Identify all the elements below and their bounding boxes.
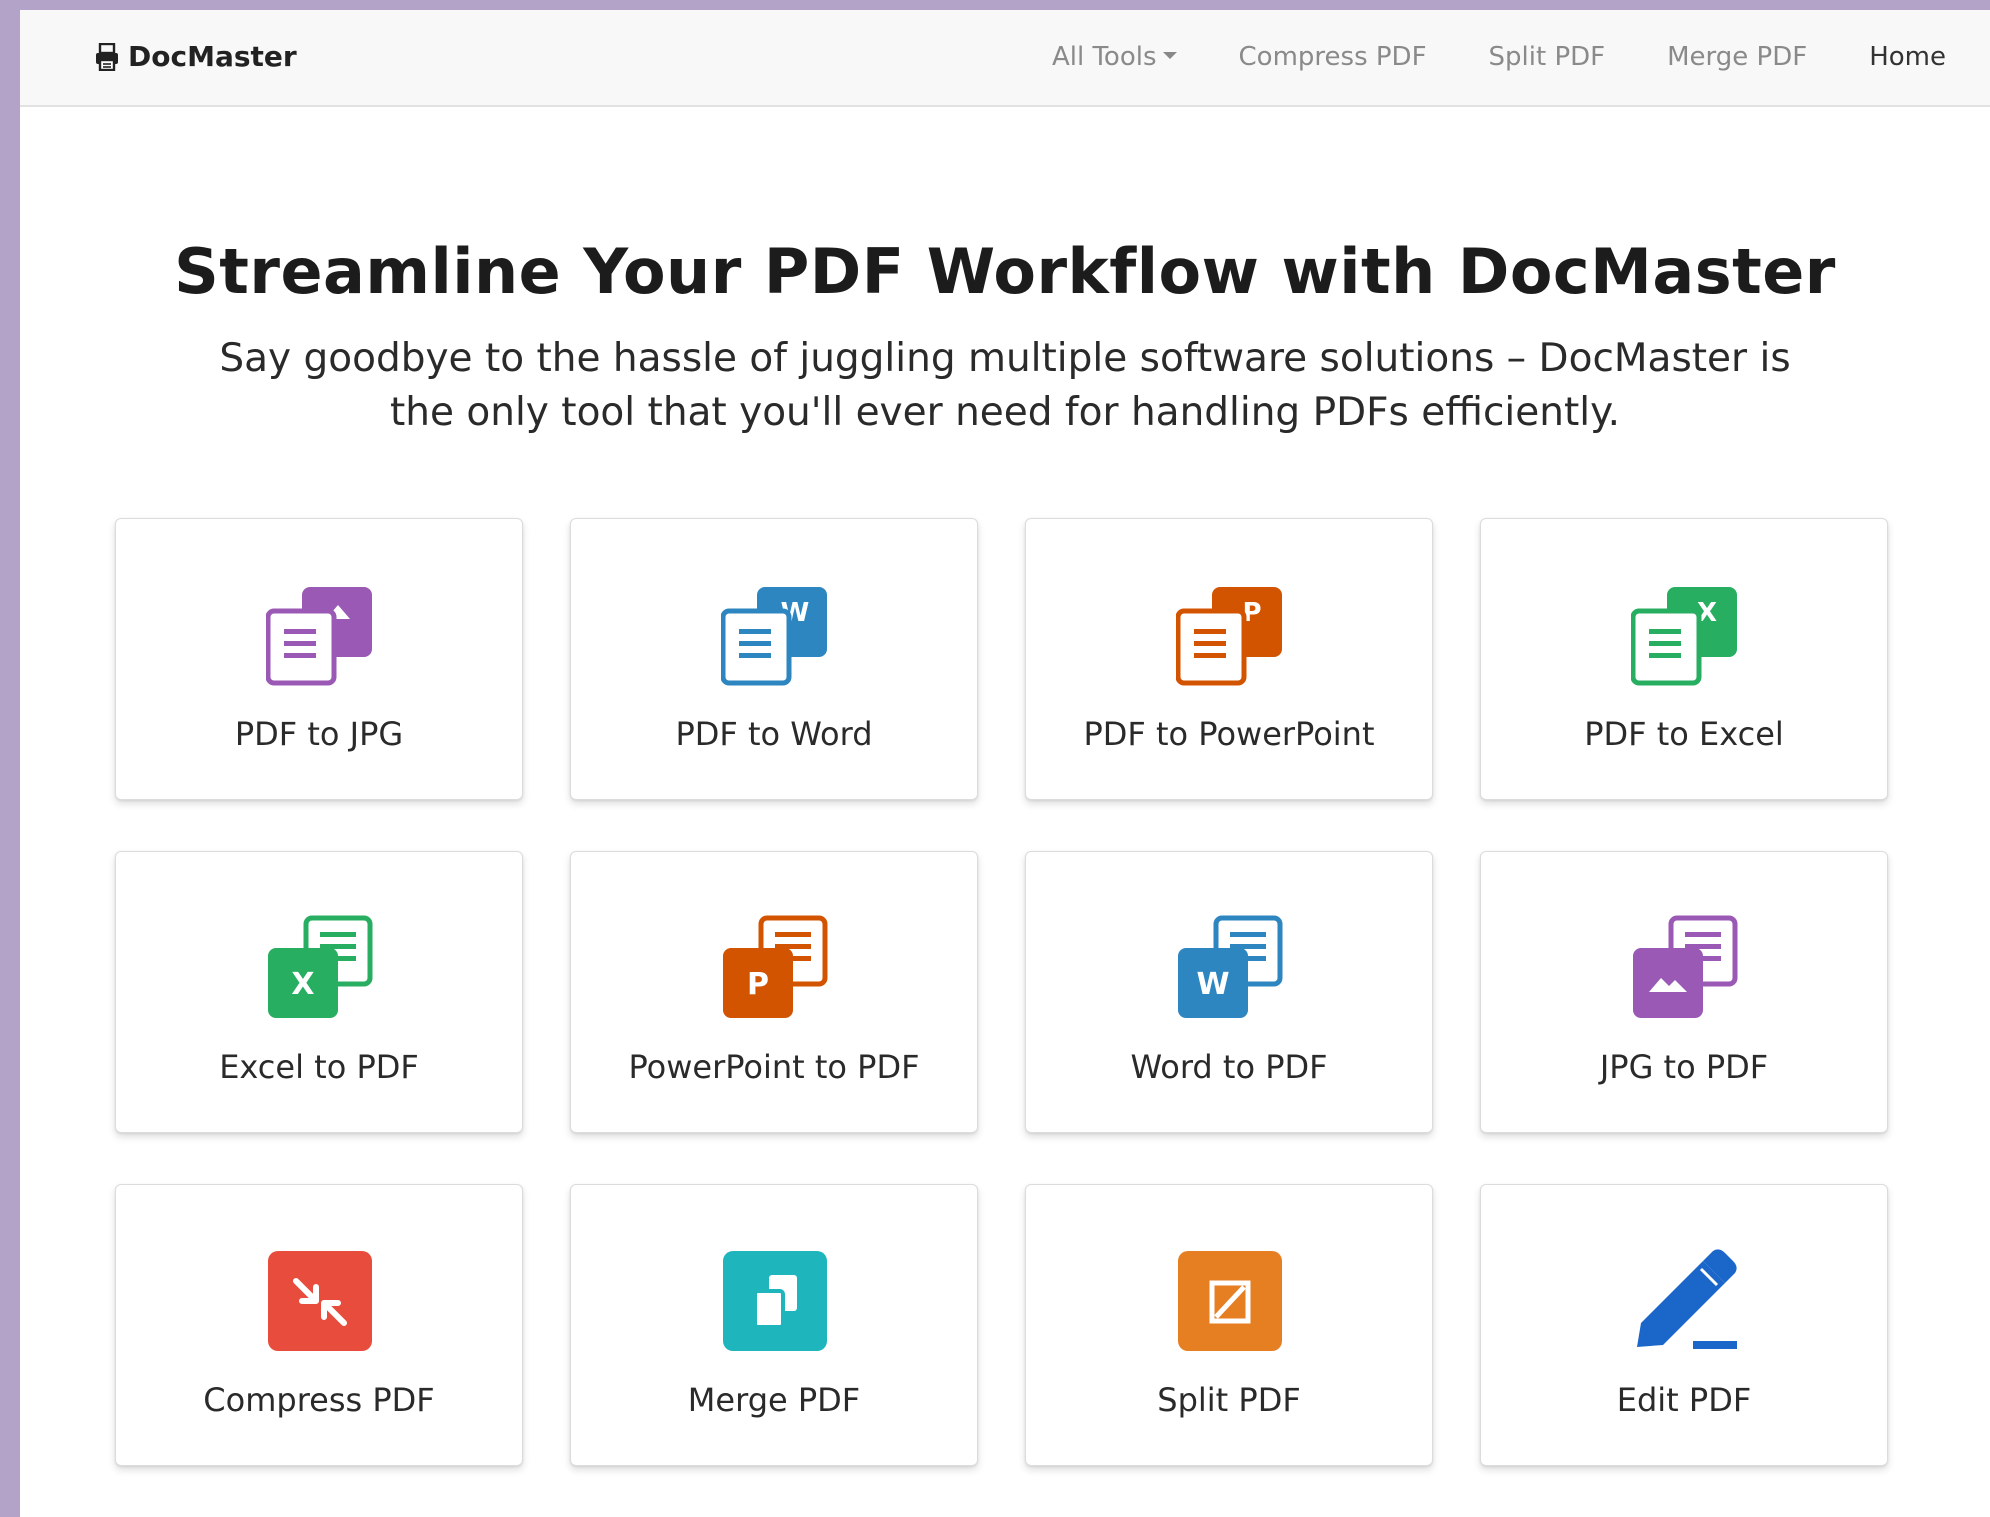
page-subtitle: Say goodbye to the hassle of juggling mu… (219, 336, 1791, 435)
brand-name: DocMaster (128, 40, 297, 73)
merge-icon (723, 1251, 827, 1351)
tool-card-label: PDF to Excel (1584, 715, 1784, 753)
tool-card-label: PowerPoint to PDF (628, 1048, 920, 1086)
nav-compress-pdf[interactable]: Compress PDF (1239, 42, 1427, 72)
tool-card-excel-to-pdf[interactable]: X Excel to PDF (115, 851, 523, 1133)
pencil-icon (1637, 1249, 1737, 1349)
printer-icon (96, 42, 118, 71)
jpg-to-pdf-icon (1633, 915, 1738, 1018)
svg-text:X: X (291, 967, 314, 1002)
tools-grid: PDF to JPG W PDF to Word P PDF to PowerP… (115, 518, 1888, 1466)
tool-card-label: PDF to Word (675, 715, 873, 753)
brand-logo[interactable]: DocMaster (94, 40, 297, 73)
tool-card-pdf-to-word[interactable]: W PDF to Word (570, 518, 978, 800)
pdf-to-powerpoint-icon: P (1176, 587, 1282, 686)
tool-card-powerpoint-to-pdf[interactable]: P PowerPoint to PDF (570, 851, 978, 1133)
powerpoint-to-pdf-icon: P (723, 915, 828, 1018)
tool-card-label: Excel to PDF (219, 1048, 419, 1086)
nav-all-tools-label: All Tools (1051, 42, 1157, 72)
tool-card-split-pdf[interactable]: Split PDF (1025, 1184, 1433, 1466)
split-icon (1178, 1251, 1282, 1351)
tool-card-compress-pdf[interactable]: Compress PDF (115, 1184, 523, 1466)
tool-card-label: PDF to JPG (234, 715, 404, 753)
tool-card-word-to-pdf[interactable]: W Word to PDF (1025, 851, 1433, 1133)
tool-card-pdf-to-jpg[interactable]: PDF to JPG (115, 518, 523, 800)
tool-card-label: Edit PDF (1616, 1381, 1752, 1419)
excel-to-pdf-icon: X (268, 915, 373, 1018)
pdf-to-word-icon: W (721, 587, 827, 686)
tool-card-pdf-to-powerpoint[interactable]: P PDF to PowerPoint (1025, 518, 1433, 800)
nav-split-pdf[interactable]: Split PDF (1489, 42, 1606, 72)
tool-card-pdf-to-excel[interactable]: X PDF to Excel (1480, 518, 1888, 800)
tool-card-jpg-to-pdf[interactable]: JPG to PDF (1480, 851, 1888, 1133)
compress-icon (268, 1251, 372, 1351)
nav-all-tools[interactable]: All Tools (1052, 42, 1177, 72)
pdf-to-jpg-icon (266, 587, 372, 686)
nav-links: All Tools Compress PDF Split PDF Merge P… (1052, 42, 1946, 72)
navbar: DocMaster All Tools Compress PDF Split P… (20, 10, 1990, 107)
tool-card-label: Compress PDF (203, 1381, 435, 1419)
tool-card-label: Merge PDF (687, 1381, 861, 1419)
tool-card-label: Word to PDF (1130, 1048, 1328, 1086)
pdf-to-excel-icon: X (1631, 587, 1737, 686)
svg-text:P: P (747, 967, 769, 1002)
tool-card-merge-pdf[interactable]: Merge PDF (570, 1184, 978, 1466)
app-window: DocMaster All Tools Compress PDF Split P… (20, 10, 1990, 1517)
tool-card-edit-pdf[interactable]: Edit PDF (1480, 1184, 1888, 1466)
nav-merge-pdf[interactable]: Merge PDF (1667, 42, 1807, 72)
svg-text:W: W (1196, 967, 1229, 1002)
caret-down-icon (1162, 51, 1177, 59)
nav-home[interactable]: Home (1869, 42, 1946, 72)
word-to-pdf-icon: W (1178, 915, 1283, 1018)
tool-card-label: PDF to PowerPoint (1083, 715, 1375, 753)
tool-card-label: JPG to PDF (1599, 1048, 1769, 1086)
tool-card-label: Split PDF (1157, 1381, 1301, 1419)
page-title: Streamline Your PDF Workflow with DocMas… (174, 235, 1836, 308)
